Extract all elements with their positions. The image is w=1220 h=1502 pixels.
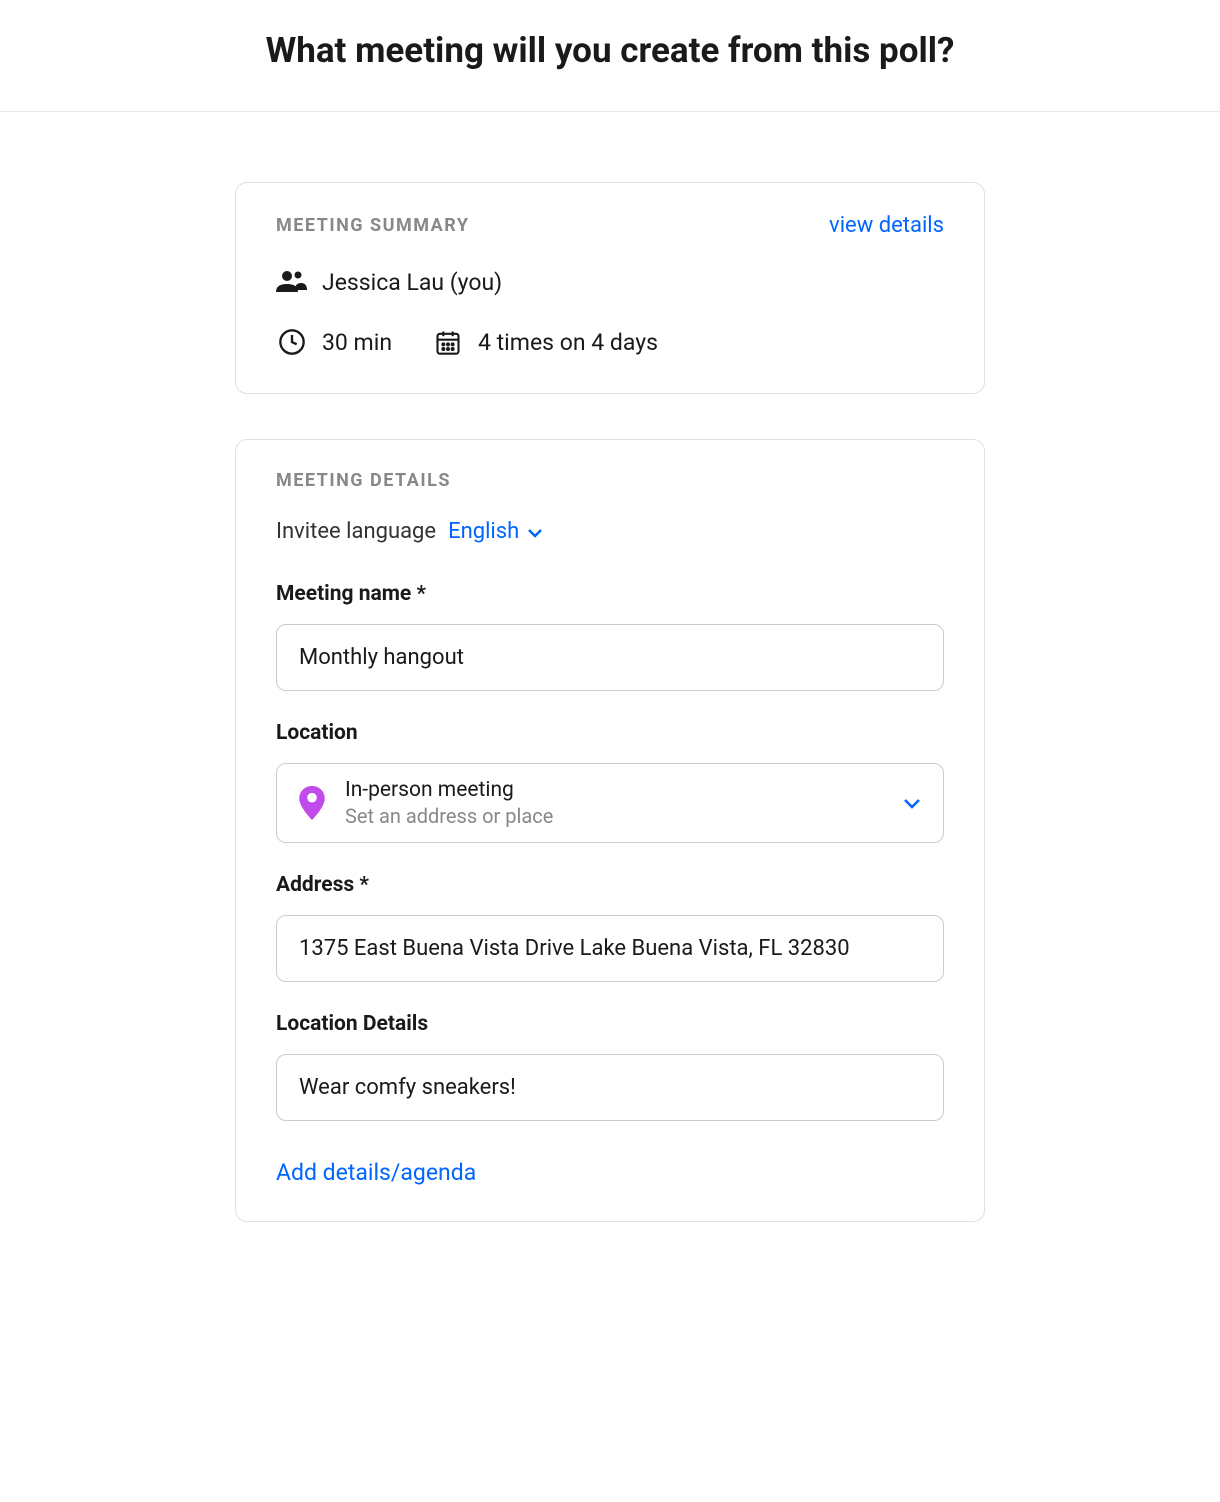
meeting-name-label: Meeting name * <box>276 582 944 606</box>
language-value: English <box>448 519 519 544</box>
location-dropdown-text: In-person meeting Set an address or plac… <box>345 778 885 828</box>
meeting-details-card: MEETING DETAILS Invitee language English… <box>235 439 985 1222</box>
chevron-down-icon <box>903 794 921 813</box>
address-label: Address * <box>276 873 944 897</box>
location-label: Location <box>276 721 944 745</box>
details-section-label: MEETING DETAILS <box>276 470 451 491</box>
location-details-group: Location Details <box>276 1012 944 1121</box>
location-group: Location In-person meeting Set an addres… <box>276 721 944 843</box>
location-details-label: Location Details <box>276 1012 944 1036</box>
people-icon <box>276 266 308 298</box>
organizer-name: Jessica Lau (you) <box>322 269 502 296</box>
summary-card-header: MEETING SUMMARY view details <box>276 213 944 238</box>
organizer-row: Jessica Lau (you) <box>276 266 944 298</box>
language-label: Invitee language <box>276 519 436 544</box>
summary-meta-row: 30 min 4 <box>276 326 944 358</box>
location-dropdown[interactable]: In-person meeting Set an address or plac… <box>276 763 944 843</box>
meeting-name-input[interactable] <box>276 624 944 691</box>
summary-section-label: MEETING SUMMARY <box>276 215 470 236</box>
language-select[interactable]: English <box>448 519 543 544</box>
clock-icon <box>276 326 308 358</box>
location-type: In-person meeting <box>345 778 885 802</box>
content-container: MEETING SUMMARY view details Jessica Lau… <box>215 112 1005 1307</box>
add-details-agenda-link[interactable]: Add details/agenda <box>276 1159 476 1186</box>
address-input[interactable] <box>276 915 944 982</box>
view-details-link[interactable]: view details <box>829 213 944 238</box>
pin-icon <box>299 786 327 820</box>
language-row: Invitee language English <box>276 519 944 544</box>
location-details-input[interactable] <box>276 1054 944 1121</box>
meeting-summary-card: MEETING SUMMARY view details Jessica Lau… <box>235 182 985 394</box>
details-card-header: MEETING DETAILS <box>276 470 944 491</box>
duration-item: 30 min <box>276 326 392 358</box>
page-header: What meeting will you create from this p… <box>0 0 1220 112</box>
page-title: What meeting will you create from this p… <box>20 30 1200 71</box>
duration-text: 30 min <box>322 329 392 356</box>
times-item: 4 times on 4 days <box>432 326 658 358</box>
times-text: 4 times on 4 days <box>478 329 658 356</box>
chevron-down-icon <box>527 519 543 544</box>
meeting-name-group: Meeting name * <box>276 582 944 691</box>
location-hint: Set an address or place <box>345 804 885 828</box>
calendar-icon <box>432 326 464 358</box>
address-group: Address * <box>276 873 944 982</box>
